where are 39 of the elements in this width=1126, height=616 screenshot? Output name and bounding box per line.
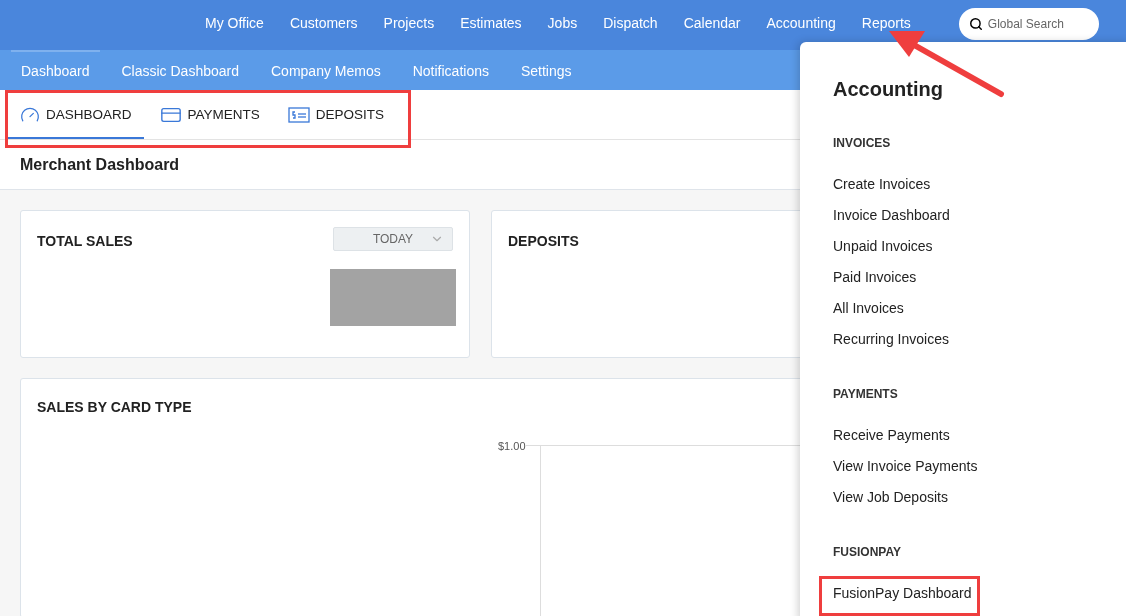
menu-item[interactable]: Receive Payments	[833, 420, 950, 451]
menu-item[interactable]: Unpaid Invoices	[833, 231, 933, 262]
menu-item[interactable]: Recurring Invoices	[833, 324, 949, 355]
nav-link[interactable]: Dispatch	[603, 15, 658, 31]
nav-link[interactable]: Calendar	[683, 15, 741, 31]
menu-section-heading: FUSIONPAY	[833, 544, 902, 561]
nav-link[interactable]: Estimates	[460, 15, 522, 31]
menu-item[interactable]: View Invoice Payments	[833, 451, 978, 482]
dollar-bill-icon	[287, 107, 310, 123]
period-dropdown[interactable]: TODAY	[333, 227, 453, 251]
search-icon	[968, 17, 983, 31]
menu-item[interactable]: View Job Deposits	[833, 482, 948, 513]
global-search-field[interactable]: Global Search	[958, 8, 1099, 40]
menu-section-heading: INVOICES	[833, 135, 892, 152]
subnav-tab[interactable]: Company Memos	[261, 50, 391, 90]
nav-link[interactable]: My Office	[205, 15, 264, 31]
nav-link[interactable]: Customers	[289, 15, 358, 31]
tab[interactable]: DEPOSITS	[275, 93, 397, 139]
menu-section-heading: PAYMENTS	[833, 386, 899, 403]
axis-tick-label: $1.00	[498, 439, 526, 454]
card-title: SALES BY CARD TYPE	[37, 398, 193, 417]
tab[interactable]: PAYMENTS	[147, 93, 272, 139]
subnav-tab[interactable]: Dashboard	[11, 50, 100, 90]
menu-item[interactable]: FusionPay Dashboard	[833, 578, 972, 609]
menu-item[interactable]: Invoice Dashboard	[833, 200, 950, 231]
subnav-tab[interactable]: Notifications	[402, 50, 499, 90]
card-title: DEPOSITS	[508, 232, 579, 251]
nav-link[interactable]: Reports	[861, 15, 911, 31]
nav-link[interactable]: Accounting	[766, 15, 836, 31]
nav-link[interactable]: Projects	[383, 15, 435, 31]
subnav-tab[interactable]: Classic Dashboard	[111, 50, 249, 90]
menu-item[interactable]: All Invoices	[833, 293, 904, 324]
subnav-tab[interactable]: Settings	[510, 50, 582, 90]
menu-item[interactable]: Create Invoices	[833, 169, 931, 200]
nav-link[interactable]: Jobs	[547, 15, 578, 31]
card-title: TOTAL SALES	[37, 232, 133, 251]
menu-title: Accounting	[833, 77, 944, 102]
menu-item[interactable]: Paid Invoices	[833, 262, 917, 293]
page-title: Merchant Dashboard	[20, 154, 180, 175]
